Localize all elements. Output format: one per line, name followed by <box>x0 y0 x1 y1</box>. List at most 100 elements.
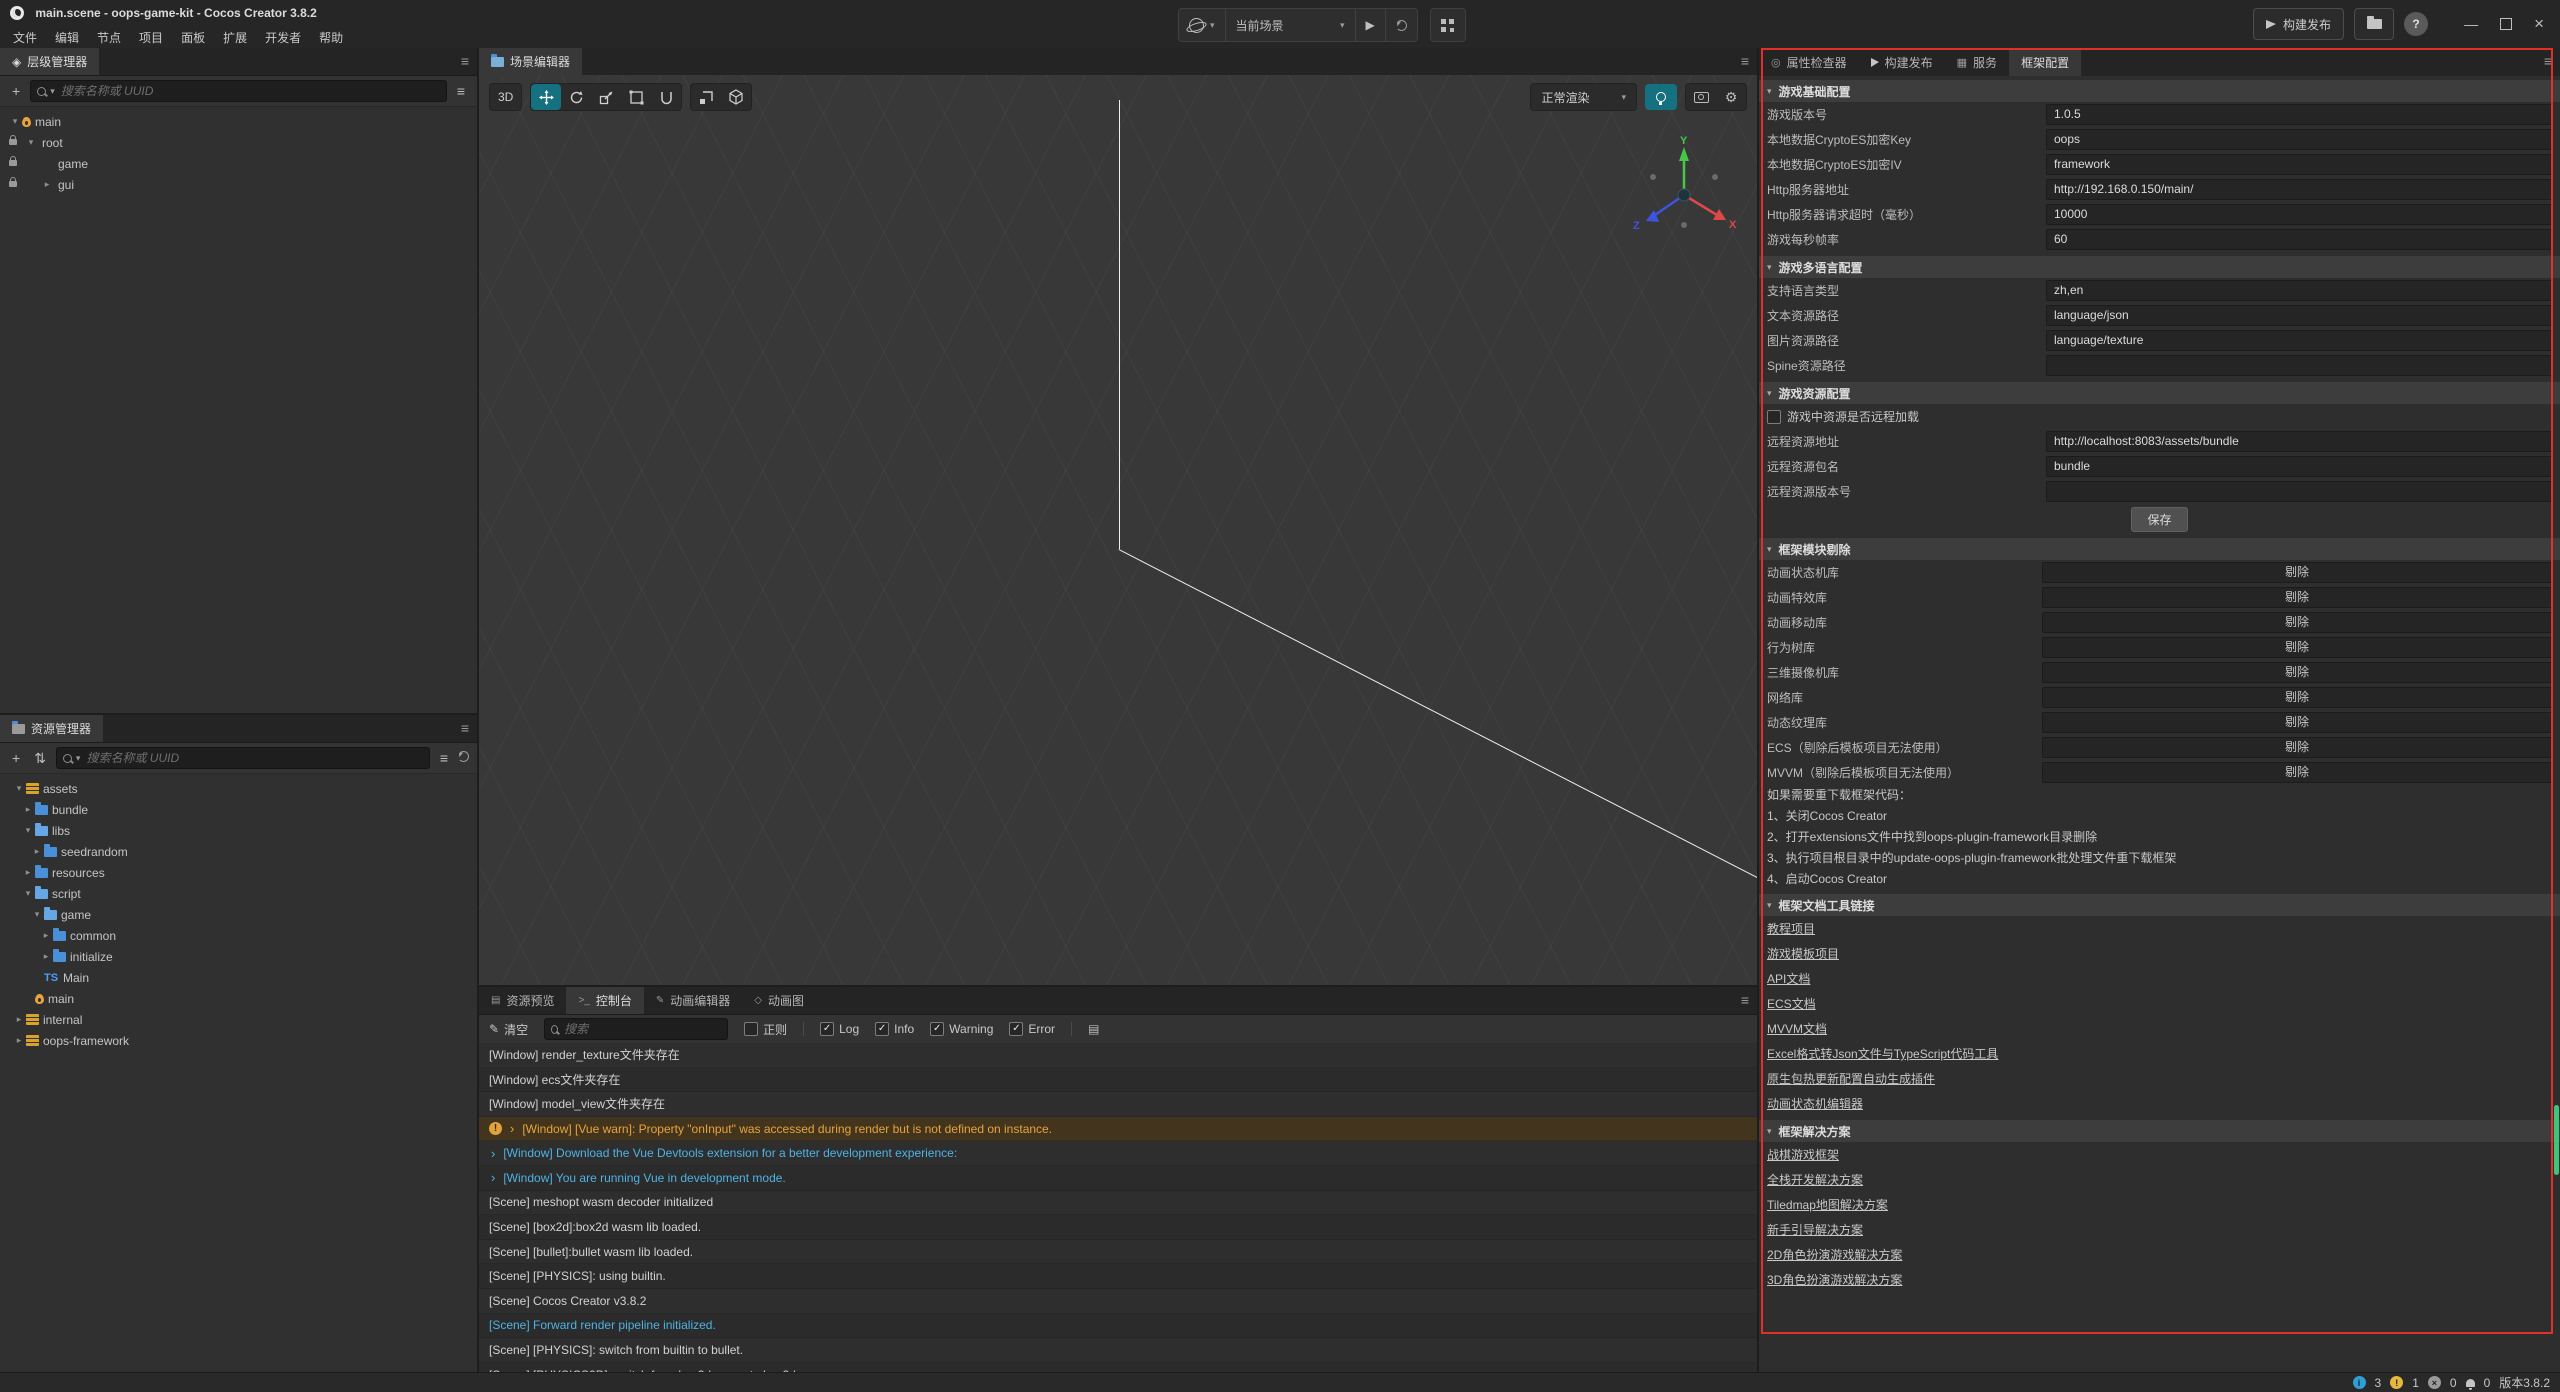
log-row[interactable]: [Scene] [box2d]:box2d wasm lib loaded. <box>479 1215 1757 1240</box>
regex-checkbox[interactable] <box>744 1022 758 1036</box>
info-icon[interactable]: i <box>2353 1376 2366 1389</box>
asset-node-seedrandom[interactable]: ▸seedrandom <box>0 841 477 862</box>
refresh-button[interactable] <box>458 751 469 765</box>
doc-link[interactable]: 游戏模板项目 <box>1767 945 1839 962</box>
menu-4[interactable]: 面板 <box>172 27 214 48</box>
panel-menu-icon[interactable]: ≡ <box>461 53 469 69</box>
asset-node-libs[interactable]: ▾libs <box>0 820 477 841</box>
log-row[interactable]: !›[Window] [Vue warn]: Property "onInput… <box>479 1117 1757 1142</box>
filter-Log[interactable]: ✓Log <box>820 1022 859 1036</box>
doc-link[interactable]: 教程项目 <box>1767 920 1815 937</box>
panel-menu-icon[interactable]: ≡ <box>2544 53 2552 69</box>
log-row[interactable]: [Window] ecs文件夹存在 <box>479 1068 1757 1093</box>
chevron-down-icon[interactable]: ▾ <box>8 116 22 127</box>
checkbox-icon[interactable]: ✓ <box>820 1022 834 1036</box>
menu-5[interactable]: 扩展 <box>214 27 256 48</box>
reload-button[interactable] <box>1386 9 1417 41</box>
log-row[interactable]: [Scene] [PHYSICS]: using builtin. <box>479 1264 1757 1289</box>
minimize-button[interactable]: — <box>2464 16 2478 32</box>
sort-icon[interactable]: ⇅ <box>30 750 50 767</box>
text-input[interactable]: language/json <box>2046 305 2552 326</box>
log-row[interactable]: ›[Window] Download the Vue Devtools exte… <box>479 1141 1757 1166</box>
section-header[interactable]: ▾框架模块剔除 <box>1759 538 2560 560</box>
doc-link[interactable]: 全栈开发解决方案 <box>1767 1171 1863 1188</box>
filter-Info[interactable]: ✓Info <box>875 1022 914 1036</box>
doc-link[interactable]: 3D角色扮演游戏解决方案 <box>1767 1271 1902 1288</box>
snap-button[interactable] <box>691 84 721 110</box>
expand-icon[interactable]: › <box>491 1146 495 1161</box>
create-node-button[interactable]: + <box>8 83 24 99</box>
tab-框架配置[interactable]: 框架配置 <box>2009 48 2081 76</box>
hierarchy-node-root[interactable]: ▾root <box>0 132 477 153</box>
chevron-right-icon[interactable]: ▸ <box>39 951 53 962</box>
checkbox-icon[interactable]: ✓ <box>875 1022 889 1036</box>
menu-7[interactable]: 帮助 <box>310 27 352 48</box>
save-button[interactable]: 保存 <box>2131 507 2187 532</box>
assets-search-input[interactable] <box>84 750 422 766</box>
filter-icon[interactable]: ≡ <box>436 750 452 766</box>
create-asset-button[interactable]: + <box>8 750 24 766</box>
maximize-button[interactable] <box>2500 18 2512 30</box>
remove-module-button[interactable]: 剔除 <box>2042 687 2552 708</box>
doc-link[interactable]: ECS文档 <box>1767 995 1816 1012</box>
tab-控制台[interactable]: >_控制台 <box>566 987 643 1014</box>
tab-动画图[interactable]: ◇动画图 <box>742 987 816 1014</box>
log-row[interactable]: [Window] render_texture文件夹存在 <box>479 1043 1757 1068</box>
scale-tool-button[interactable] <box>591 84 621 110</box>
chevron-down-icon[interactable]: ▾ <box>24 137 38 148</box>
checkbox-icon[interactable]: ✓ <box>930 1022 944 1036</box>
text-input[interactable]: zh,en <box>2046 280 2552 301</box>
error-icon[interactable]: × <box>2428 1376 2441 1389</box>
tab-服务[interactable]: ▦服务 <box>1945 48 2009 76</box>
rect-tool-button[interactable] <box>621 84 651 110</box>
text-input[interactable]: framework <box>2046 154 2552 175</box>
filter-Error[interactable]: ✓Error <box>1009 1022 1055 1036</box>
remove-module-button[interactable]: 剔除 <box>2042 587 2552 608</box>
chevron-right-icon[interactable]: ▸ <box>12 1035 26 1046</box>
menu-1[interactable]: 编辑 <box>46 27 88 48</box>
remove-module-button[interactable]: 剔除 <box>2042 762 2552 783</box>
platform-button[interactable]: ▾ <box>1179 9 1226 41</box>
doc-link[interactable]: 新手引导解决方案 <box>1767 1221 1863 1238</box>
asset-node-internal[interactable]: ▸internal <box>0 1009 477 1030</box>
cube-view-button[interactable] <box>721 84 751 110</box>
text-input[interactable]: http://localhost:8083/assets/bundle <box>2046 431 2552 452</box>
text-input[interactable]: language/texture <box>2046 330 2552 351</box>
asset-node-script[interactable]: ▾script <box>0 883 477 904</box>
assets-search[interactable]: ▾ <box>56 747 430 769</box>
clear-console-button[interactable]: ✎ 清空 <box>489 1021 528 1038</box>
section-header[interactable]: ▾游戏多语言配置 <box>1759 256 2560 278</box>
checkbox-icon[interactable]: ✓ <box>1009 1022 1023 1036</box>
asset-node-resources[interactable]: ▸resources <box>0 862 477 883</box>
doc-link[interactable]: Excel格式转Json文件与TypeScript代码工具 <box>1767 1045 1998 1062</box>
hierarchy-node-main[interactable]: ▾main <box>0 111 477 132</box>
chevron-right-icon[interactable]: ▸ <box>39 930 53 941</box>
close-button[interactable]: × <box>2534 14 2544 34</box>
hierarchy-search[interactable]: ▾ <box>30 80 447 102</box>
tab-属性检查器[interactable]: ◎属性检查器 <box>1759 48 1859 76</box>
warning-icon[interactable]: ! <box>2390 1376 2403 1389</box>
scene-settings-button[interactable]: ⚙ <box>1716 84 1746 110</box>
section-header[interactable]: ▾游戏基础配置 <box>1759 80 2560 102</box>
asset-node-initialize[interactable]: ▸initialize <box>0 946 477 967</box>
tab-资源预览[interactable]: ▤资源预览 <box>479 987 566 1014</box>
log-row[interactable]: [Scene] [bullet]:bullet wasm lib loaded. <box>479 1240 1757 1265</box>
log-file-button[interactable]: ▤ <box>1088 1022 1099 1036</box>
tab-scene-editor[interactable]: 场景编辑器 <box>479 48 582 75</box>
text-input[interactable]: 1.0.5 <box>2046 104 2552 125</box>
preview-qr-button[interactable] <box>1430 8 1466 42</box>
asset-node-game[interactable]: ▾game <box>0 904 477 925</box>
section-header[interactable]: ▾框架文档工具链接 <box>1759 894 2560 916</box>
doc-link[interactable]: 原生包热更新配置自动生成插件 <box>1767 1070 1935 1087</box>
chevron-right-icon[interactable]: ▸ <box>12 1014 26 1025</box>
panel-menu-icon[interactable]: ≡ <box>1741 53 1749 69</box>
asset-node-main[interactable]: main <box>0 988 477 1009</box>
log-row[interactable]: [Scene] Cocos Creator v3.8.2 <box>479 1289 1757 1314</box>
expand-icon[interactable]: › <box>510 1121 514 1136</box>
doc-link[interactable]: API文档 <box>1767 970 1810 987</box>
chevron-down-icon[interactable]: ▾ <box>21 888 35 899</box>
lighting-toggle-button[interactable] <box>1645 84 1677 110</box>
remove-module-button[interactable]: 剔除 <box>2042 637 2552 658</box>
asset-node-assets[interactable]: ▾assets <box>0 778 477 799</box>
expand-icon[interactable]: › <box>491 1170 495 1185</box>
